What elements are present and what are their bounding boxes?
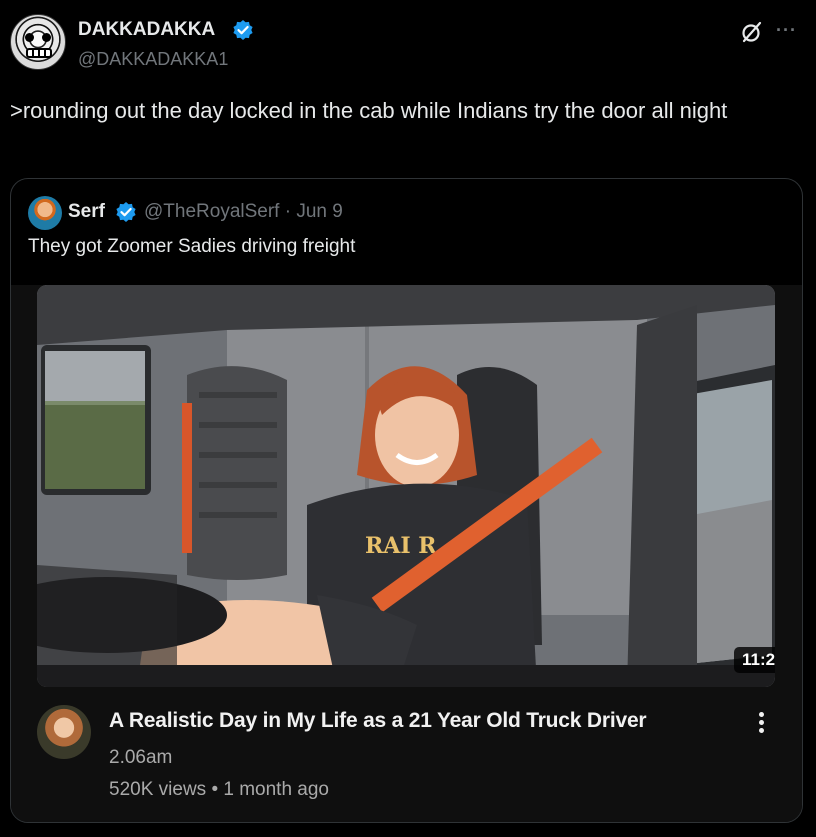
video-title[interactable]: A Realistic Day in My Life as a 21 Year … bbox=[109, 709, 647, 733]
channel-name[interactable]: 2.06am bbox=[109, 747, 172, 769]
author-display-name[interactable]: DAKKADAKKA bbox=[78, 19, 215, 41]
quoted-author-avatar[interactable] bbox=[28, 196, 62, 230]
channel-avatar[interactable] bbox=[37, 705, 91, 759]
svg-text:RAI R: RAI R bbox=[365, 533, 437, 559]
truck-cab-scene-image: RAI R bbox=[37, 285, 775, 687]
post-text: >rounding out the day locked in the cab … bbox=[10, 98, 728, 123]
quoted-author-display-name[interactable]: Serf bbox=[68, 201, 105, 223]
post-header: DAKKADAKKA @DAKKADAKKA1 ··· bbox=[10, 14, 806, 74]
partial-avatar bbox=[798, 815, 802, 822]
quoted-author-handle-date[interactable]: @TheRoyalSerf · Jun 9 bbox=[144, 201, 343, 223]
more-vertical-icon[interactable] bbox=[751, 709, 771, 739]
quoted-post-text: They got Zoomer Sadies driving freight bbox=[28, 236, 356, 257]
grok-slash-circle-icon[interactable] bbox=[740, 20, 764, 44]
author-avatar[interactable] bbox=[10, 14, 66, 70]
more-horizontal-icon[interactable]: ··· bbox=[776, 20, 797, 41]
verified-badge-icon bbox=[116, 202, 136, 222]
author-handle[interactable]: @DAKKADAKKA1 bbox=[78, 49, 228, 70]
verified-badge-icon bbox=[233, 20, 253, 40]
video-duration-badge: 11:26 bbox=[734, 647, 775, 673]
youtube-embed[interactable]: RAI R 11:26 A Realistic Day in My Life a… bbox=[11, 285, 802, 822]
quoted-post[interactable]: Serf @TheRoyalSerf · Jun 9 They got Zoom… bbox=[10, 178, 803, 823]
video-thumbnail[interactable]: RAI R 11:26 bbox=[37, 285, 775, 687]
video-stats: 520K views • 1 month ago bbox=[109, 779, 330, 800]
